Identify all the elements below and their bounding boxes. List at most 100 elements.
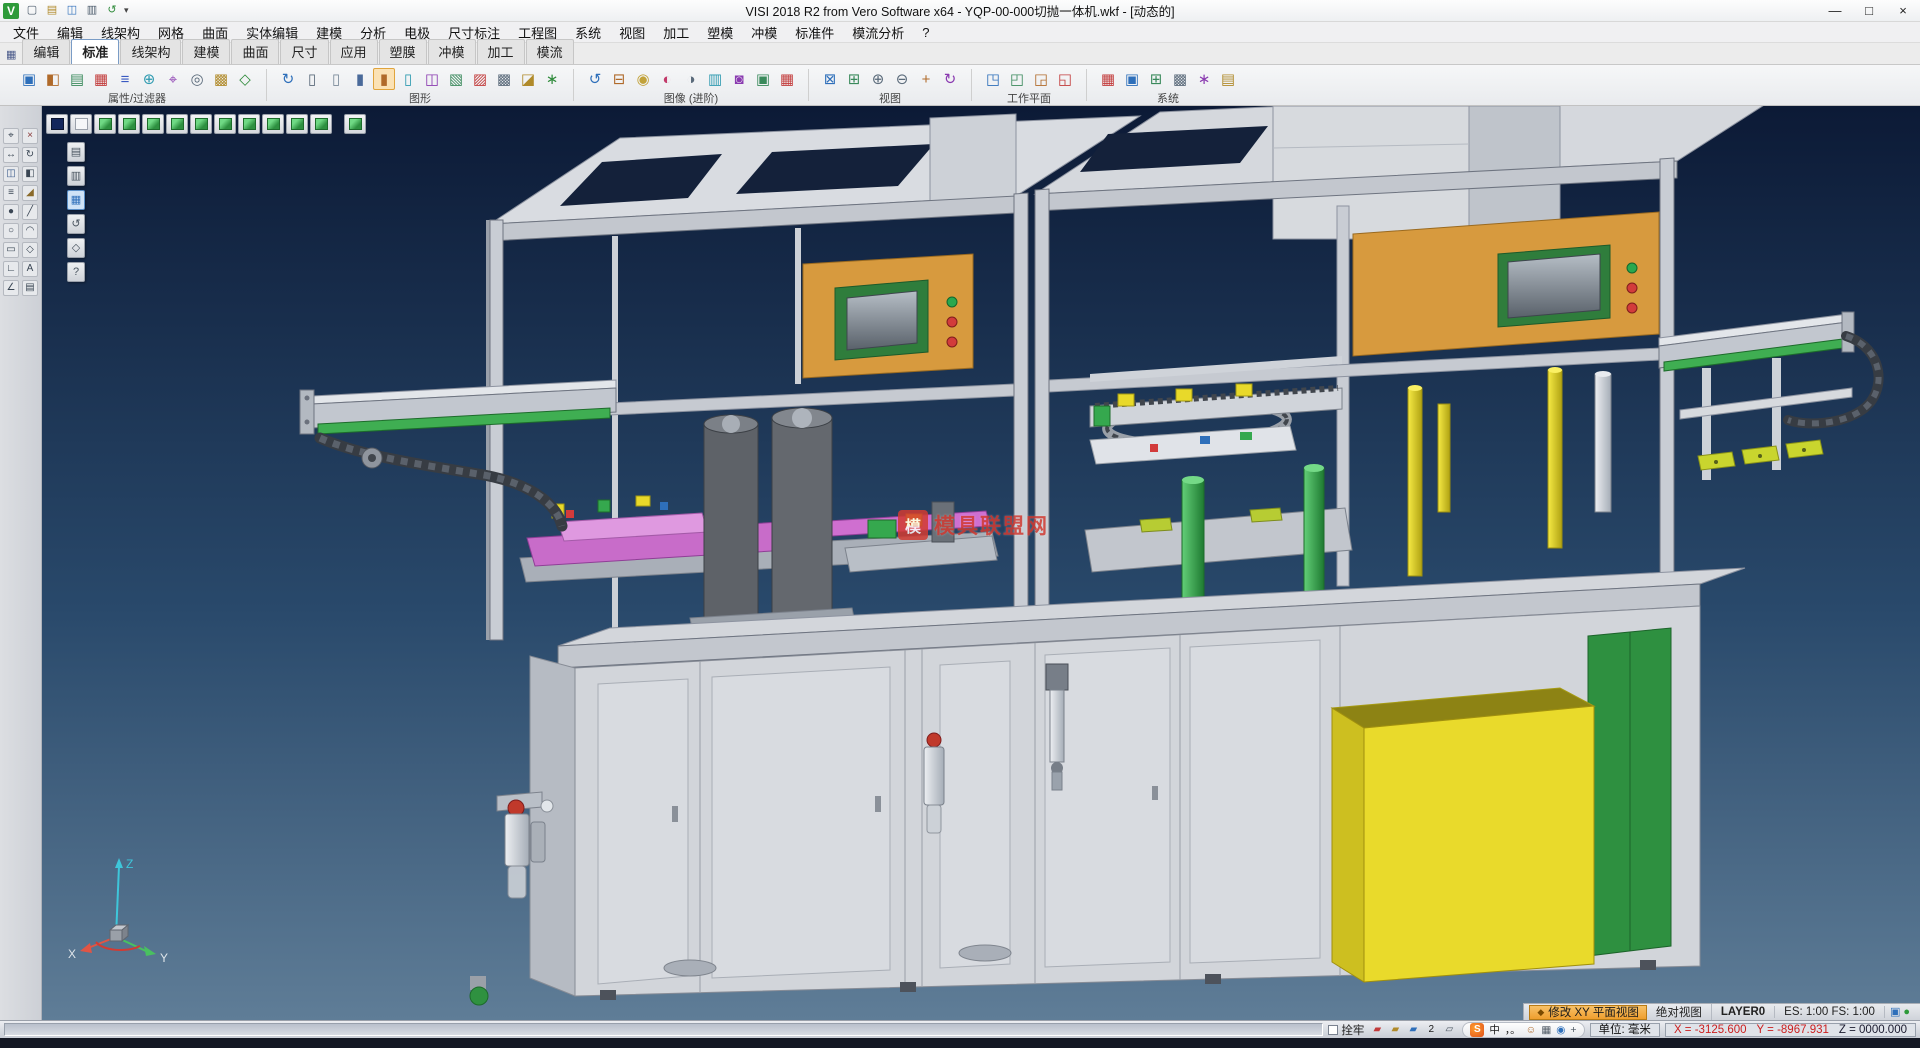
- view-dynamic-icon[interactable]: [344, 114, 366, 134]
- render-settings-icon[interactable]: ∗: [541, 68, 563, 90]
- wireframe-display-icon[interactable]: ▯: [301, 68, 323, 90]
- menu-item[interactable]: ?: [913, 25, 938, 40]
- close-button[interactable]: ×: [1886, 0, 1920, 21]
- zoom-window-icon[interactable]: ⊞: [843, 68, 865, 90]
- offset-icon[interactable]: ≡: [3, 185, 19, 201]
- undo-icon[interactable]: ↺: [103, 3, 121, 19]
- ribbon-tab[interactable]: 曲面: [231, 39, 279, 64]
- pan-icon[interactable]: +: [915, 68, 937, 90]
- attribute-brush-icon[interactable]: ◧: [42, 68, 64, 90]
- view-left-icon[interactable]: [214, 114, 236, 134]
- box-display-icon[interactable]: ▧: [445, 68, 467, 90]
- ime-punct-toggle[interactable]: ，。: [1505, 1024, 1521, 1036]
- workplane-reset-icon[interactable]: ◱: [1054, 68, 1076, 90]
- notes-tool-icon[interactable]: ▥: [67, 166, 85, 186]
- selection-set-icon[interactable]: ▦: [67, 190, 85, 210]
- mirror-icon[interactable]: ◧: [22, 166, 38, 182]
- minimize-button[interactable]: —: [1818, 0, 1852, 21]
- dynamic-view-icon[interactable]: ↺: [584, 68, 606, 90]
- view-front-icon[interactable]: [166, 114, 188, 134]
- count-status-badge[interactable]: 2: [1423, 1022, 1439, 1037]
- view-style-dark-icon[interactable]: [46, 114, 68, 134]
- measure-icon[interactable]: ∠: [3, 280, 19, 296]
- visibility-filter-icon[interactable]: ◎: [186, 68, 208, 90]
- group-filter-icon[interactable]: ▩: [210, 68, 232, 90]
- isolate-filter-icon[interactable]: ◇: [234, 68, 256, 90]
- status-ok-icon[interactable]: ●: [1903, 1006, 1910, 1018]
- arc-icon[interactable]: ◠: [22, 223, 38, 239]
- menu-item[interactable]: 标准件: [786, 23, 843, 42]
- help-tool-icon[interactable]: ?: [67, 262, 85, 282]
- layers-panel-icon[interactable]: ▤: [22, 280, 38, 296]
- view-hint-highlight[interactable]: ◆ 修改 XY 平面视图: [1529, 1005, 1646, 1020]
- section-display-icon[interactable]: ◫: [421, 68, 443, 90]
- snapshot-icon[interactable]: ◙: [728, 68, 750, 90]
- ime-mic-icon[interactable]: ◉: [1556, 1024, 1565, 1036]
- ribbon-tab[interactable]: 编辑: [22, 39, 70, 64]
- lighting-icon[interactable]: ◉: [632, 68, 654, 90]
- color-table-icon[interactable]: ▦: [1097, 68, 1119, 90]
- calculator-icon[interactable]: ▤: [1217, 68, 1239, 90]
- ribbon-tab[interactable]: 应用: [330, 39, 378, 64]
- ribbon-tab[interactable]: 建模: [182, 39, 230, 64]
- transparent-display-icon[interactable]: ▯: [397, 68, 419, 90]
- open-file-icon[interactable]: ▤: [43, 3, 61, 19]
- image-capture-icon[interactable]: ▣: [752, 68, 774, 90]
- element-filter-icon[interactable]: ⊕: [138, 68, 160, 90]
- view-mode-label[interactable]: 绝对视图: [1647, 1004, 1712, 1020]
- menu-item[interactable]: 加工: [654, 23, 698, 42]
- view-iso-nw-icon[interactable]: [286, 114, 308, 134]
- shaded-edge-display-icon[interactable]: ▮: [349, 68, 371, 90]
- ribbon-tab[interactable]: 模流: [526, 39, 574, 64]
- snap-status-icon[interactable]: ▰: [1369, 1022, 1385, 1037]
- display-config-icon[interactable]: ▣: [1121, 68, 1143, 90]
- ribbon-tab[interactable]: 尺寸: [280, 39, 328, 64]
- new-file-icon[interactable]: ▢: [23, 3, 41, 19]
- rectangle-icon[interactable]: ▭: [3, 242, 19, 258]
- view-iso-ne-icon[interactable]: [262, 114, 284, 134]
- ribbon-tab[interactable]: 加工: [477, 39, 525, 64]
- menu-item[interactable]: 模流分析: [843, 23, 913, 42]
- pin-status-icon[interactable]: ▰: [1405, 1022, 1421, 1037]
- selection-filter-icon[interactable]: ⌖: [162, 68, 184, 90]
- view-right-icon[interactable]: [238, 114, 260, 134]
- workplane-rotate-icon[interactable]: ◲: [1030, 68, 1052, 90]
- view-axonometric-icon[interactable]: [94, 114, 116, 134]
- view-top-icon[interactable]: [118, 114, 140, 134]
- annotate-status-icon[interactable]: ▱: [1441, 1022, 1457, 1037]
- menu-item[interactable]: 视图: [610, 23, 654, 42]
- grid-status-icon[interactable]: ▰: [1387, 1022, 1403, 1037]
- dimension-icon[interactable]: ∟: [3, 261, 19, 277]
- background-icon[interactable]: ▥: [704, 68, 726, 90]
- linetype-icon[interactable]: ≡: [114, 68, 136, 90]
- mesh-display-icon[interactable]: ▨: [469, 68, 491, 90]
- menu-item[interactable]: 冲模: [742, 23, 786, 42]
- grid-config-icon[interactable]: ▩: [1169, 68, 1191, 90]
- copy-icon[interactable]: ◫: [3, 166, 19, 182]
- ime-toolbox-icon[interactable]: +: [1570, 1024, 1576, 1036]
- trim-icon[interactable]: ◢: [22, 185, 38, 201]
- toolbar-options-caret-icon[interactable]: ▾: [124, 5, 129, 16]
- attribute-edit-icon[interactable]: ▣: [18, 68, 40, 90]
- regenerate-icon[interactable]: ↻: [277, 68, 299, 90]
- ribbon-tab[interactable]: 塑膜: [379, 39, 427, 64]
- ime-keyboard-icon[interactable]: ▦: [1541, 1024, 1551, 1036]
- move-icon[interactable]: ↔: [3, 147, 19, 163]
- hidden-line-display-icon[interactable]: ▯: [325, 68, 347, 90]
- zoom-out-icon[interactable]: ⊖: [891, 68, 913, 90]
- views-tool-icon[interactable]: ◇: [67, 238, 85, 258]
- zoom-previous-icon[interactable]: ⊟: [608, 68, 630, 90]
- select-icon[interactable]: ⌖: [3, 128, 19, 144]
- lock-checkbox[interactable]: [1328, 1025, 1338, 1035]
- view-style-white-icon[interactable]: [70, 114, 92, 134]
- shadow-icon[interactable]: ◑: [680, 68, 702, 90]
- ribbon-tab[interactable]: 线架构: [120, 39, 181, 64]
- layer-icon[interactable]: ▤: [66, 68, 88, 90]
- rotate-view-icon[interactable]: ↻: [939, 68, 961, 90]
- system-options-icon[interactable]: ∗: [1193, 68, 1215, 90]
- shaded-display-icon[interactable]: ▮: [373, 68, 395, 90]
- view-bottom-icon[interactable]: [142, 114, 164, 134]
- erase-icon[interactable]: ×: [22, 128, 38, 144]
- gallery-icon[interactable]: ▦: [776, 68, 798, 90]
- color-icon[interactable]: ▦: [90, 68, 112, 90]
